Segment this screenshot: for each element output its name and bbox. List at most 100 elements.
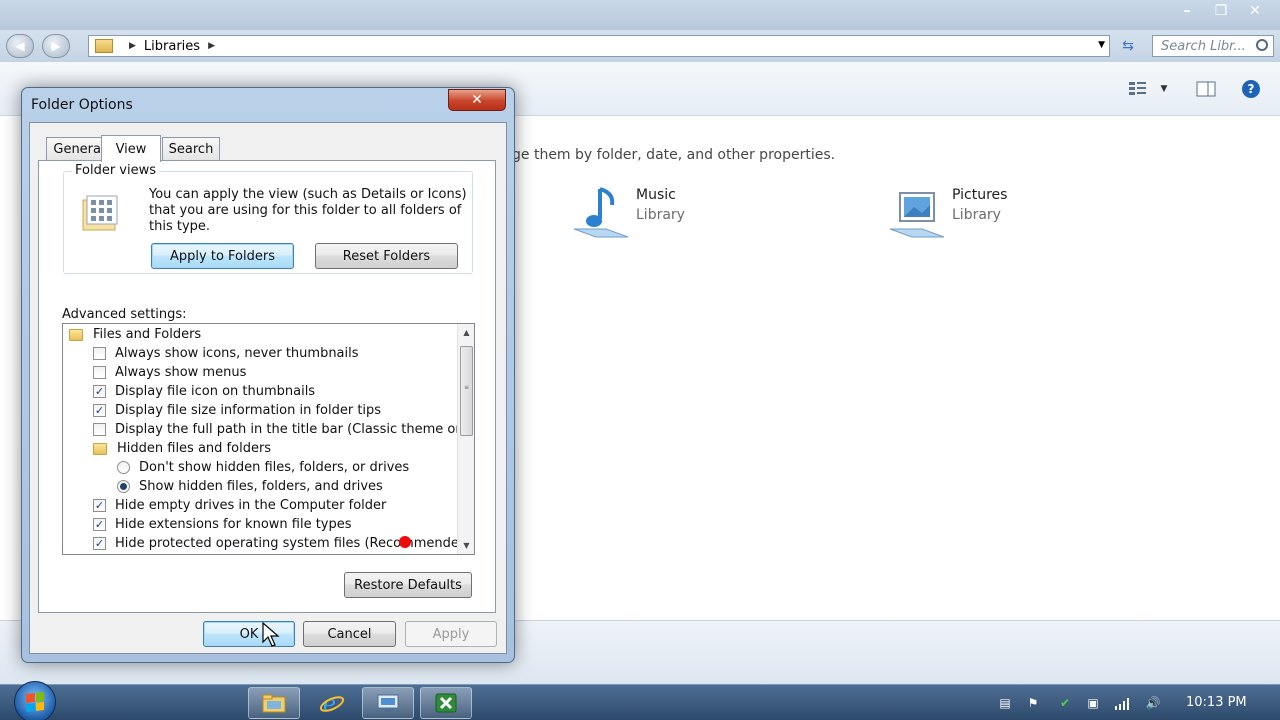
minimize-button[interactable]: – — [1170, 0, 1204, 22]
setting-checkbox[interactable] — [93, 423, 106, 436]
device-icon[interactable]: ▣ — [1084, 695, 1102, 711]
reset-folders-button[interactable]: Reset Folders — [315, 243, 458, 269]
explorer-title-bar: – ❐ ✕ — [0, 0, 1280, 30]
scroll-down-arrow-icon[interactable]: ▼ — [458, 537, 474, 554]
setting-label: Hide protected operating system files (R… — [115, 536, 473, 551]
folder-options-dialog: Folder Options ✕ General View Search Fol… — [21, 87, 515, 663]
setting-row[interactable]: ✓ Hide empty drives in the Computer fold… — [93, 496, 386, 515]
change-view-button[interactable] — [1128, 80, 1148, 98]
internet-explorer-icon: e — [319, 692, 345, 715]
help-icon[interactable]: ? — [1242, 80, 1260, 98]
taskbar-explorer[interactable] — [248, 687, 300, 719]
apply-button[interactable]: Apply — [405, 621, 497, 647]
scroll-up-arrow-icon[interactable]: ▲ — [458, 324, 474, 341]
refresh-icon: ⇆ — [1122, 38, 1134, 54]
breadcrumb-libraries[interactable]: Libraries — [144, 39, 200, 54]
setting-radio[interactable] — [117, 461, 130, 474]
search-input[interactable]: Search Libr... — [1152, 35, 1274, 57]
recording-indicator-icon — [399, 536, 411, 548]
mouse-cursor-icon — [262, 622, 280, 647]
pictures-icon — [886, 185, 948, 241]
advanced-settings-list[interactable]: Files and Folders Always show icons, nev… — [62, 323, 475, 555]
setting-radio[interactable] — [117, 480, 130, 493]
settings-scrollbar[interactable]: ▲ ≡ ▼ — [457, 324, 474, 554]
preview-pane-button[interactable] — [1196, 80, 1216, 98]
address-dropdown-icon[interactable]: ▼ — [1098, 40, 1105, 50]
ok-button[interactable]: OK — [203, 621, 295, 647]
dialog-close-button[interactable]: ✕ — [448, 89, 506, 111]
libraries-folder-icon — [95, 39, 113, 53]
restore-defaults-button[interactable]: Restore Defaults — [344, 572, 472, 598]
setting-row[interactable]: Don't show hidden files, folders, or dri… — [117, 458, 409, 477]
setting-checkbox[interactable] — [93, 347, 106, 360]
setting-row[interactable]: Show hidden files, folders, and drives — [117, 477, 383, 496]
setting-checkbox[interactable] — [93, 366, 106, 379]
taskbar-excel[interactable] — [420, 687, 472, 719]
tab-search[interactable]: Search — [162, 137, 220, 161]
restore-button[interactable]: ❐ — [1204, 0, 1238, 22]
taskbar-internet-explorer[interactable]: e — [306, 687, 358, 719]
search-placeholder: Search Libr... — [1161, 38, 1246, 54]
view-tab-page: Folder views You can apply the view (suc… — [38, 160, 496, 613]
setting-label: Display file icon on thumbnails — [115, 384, 316, 399]
view-icon — [1129, 82, 1146, 95]
setting-label: Show hidden files, folders, and drives — [139, 479, 383, 494]
library-name: Pictures — [952, 187, 1008, 203]
window-controls: – ❐ ✕ — [1170, 0, 1272, 22]
folder-views-icon — [81, 194, 119, 232]
setting-row[interactable]: ✓ Display file size information in folde… — [93, 401, 381, 420]
setting-label: Files and Folders — [93, 327, 202, 342]
setting-row[interactable]: Always show icons, never thumbnails — [93, 344, 359, 363]
setting-label: Display file size information in folder … — [115, 403, 382, 418]
forward-button[interactable]: ▶ — [42, 34, 70, 58]
explorer-folder-icon — [262, 694, 286, 713]
start-button[interactable] — [14, 681, 56, 720]
setting-row[interactable]: ✓ Hide protected operating system files … — [93, 534, 472, 553]
cancel-button[interactable]: Cancel — [303, 621, 396, 647]
setting-label: Always show icons, never thumbnails — [115, 346, 359, 361]
breadcrumb-chevron-icon[interactable]: ▶ — [208, 41, 215, 51]
windows-logo-icon — [26, 692, 44, 712]
address-box[interactable]: ▶ Libraries ▶ ▼ — [88, 35, 1110, 57]
security-check-icon[interactable]: ✔ — [1056, 695, 1074, 711]
network-signal-icon[interactable] — [1114, 695, 1132, 711]
setting-row[interactable]: Always show menus — [93, 363, 246, 382]
folder-views-description: You can apply the view (such as Details … — [149, 187, 467, 234]
address-bar-area: ◀ ▶ ▶ Libraries ▶ ▼ ⇆ Search Libr... — [0, 30, 1280, 62]
breadcrumb-chevron-icon[interactable]: ▶ — [129, 41, 136, 51]
taskbar-remote-desktop[interactable] — [362, 687, 414, 719]
back-button[interactable]: ◀ — [6, 34, 34, 58]
scroll-thumb[interactable]: ≡ — [460, 346, 473, 436]
close-window-button[interactable]: ✕ — [1238, 0, 1272, 22]
view-dropdown-icon[interactable]: ▼ — [1158, 80, 1170, 98]
settings-folder-row: Files and Folders — [69, 325, 201, 344]
library-name: Music — [636, 187, 676, 203]
setting-row[interactable]: Display the full path in the title bar (… — [93, 420, 474, 439]
setting-checkbox[interactable]: ✓ — [93, 385, 106, 398]
folder-icon — [93, 442, 107, 455]
excel-icon — [435, 693, 457, 713]
setting-label: Hidden files and folders — [117, 441, 272, 456]
setting-label: Always show menus — [115, 365, 247, 380]
setting-checkbox[interactable]: ✓ — [93, 537, 106, 550]
taskbar: e ▤ ⚑ ✔ ▣ 🔊 10:13 PM — [0, 681, 1280, 720]
tab-view[interactable]: View — [101, 135, 161, 162]
apply-to-folders-button[interactable]: Apply to Folders — [151, 243, 294, 269]
library-item-pictures[interactable]: Pictures Library — [886, 185, 1007, 241]
setting-checkbox[interactable]: ✓ — [93, 518, 106, 531]
setting-row[interactable]: ✓ Hide extensions for known file types — [93, 515, 352, 534]
refresh-button[interactable]: ⇆ — [1116, 35, 1140, 57]
action-center-icon[interactable]: ▤ — [996, 695, 1014, 711]
setting-row[interactable]: ✓ Display file icon on thumbnails — [93, 382, 315, 401]
taskbar-clock[interactable]: 10:13 PM — [1186, 695, 1247, 710]
scroll-grip-icon: ≡ — [464, 384, 470, 391]
folder-views-label: Folder views — [72, 163, 160, 178]
library-item-music[interactable]: Music Library — [570, 185, 685, 241]
setting-checkbox[interactable]: ✓ — [93, 404, 106, 417]
music-icon — [570, 185, 632, 241]
setting-label: Hide extensions for known file types — [115, 517, 352, 532]
setting-label: Don't show hidden files, folders, or dri… — [139, 460, 410, 475]
volume-icon[interactable]: 🔊 — [1144, 695, 1162, 711]
setting-checkbox[interactable]: ✓ — [93, 499, 106, 512]
flag-icon[interactable]: ⚑ — [1024, 695, 1042, 711]
